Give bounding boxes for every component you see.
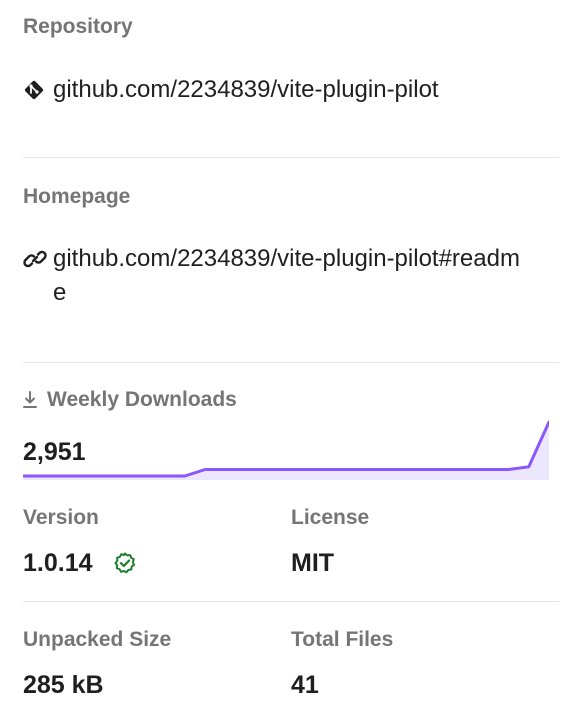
version-value-row: 1.0.14 xyxy=(23,548,283,578)
download-icon xyxy=(23,391,47,409)
divider xyxy=(23,362,559,363)
total-files-stat: Total Files 41 xyxy=(291,628,551,700)
sparkline-line xyxy=(23,420,549,478)
unpacked-size-label: Unpacked Size xyxy=(23,628,172,651)
unpacked-size-stat: Unpacked Size 285 kB xyxy=(23,628,283,700)
divider xyxy=(23,601,559,602)
repository-url[interactable]: github.com/2234839/vite-plugin-pilot xyxy=(53,73,523,107)
unpacked-size-value: 285 kB xyxy=(23,671,104,699)
weekly-downloads-sparkline[interactable] xyxy=(23,418,549,480)
link-icon xyxy=(23,242,53,276)
license-label: License xyxy=(291,506,370,529)
version-value: 1.0.14 xyxy=(23,549,93,577)
total-files-value: 41 xyxy=(291,671,319,699)
license-stat: License MIT xyxy=(291,506,551,578)
sparkline-area xyxy=(23,422,549,480)
license-value: MIT xyxy=(291,549,335,577)
version-stat: Version 1.0.14 xyxy=(23,506,283,578)
homepage-link[interactable]: github.com/2234839/vite-plugin-pilot#rea… xyxy=(23,242,523,310)
weekly-downloads-label: Weekly Downloads xyxy=(23,388,237,412)
homepage-url[interactable]: github.com/2234839/vite-plugin-pilot#rea… xyxy=(53,242,523,310)
weekly-downloads-label-text: Weekly Downloads xyxy=(47,388,237,411)
total-files-label: Total Files xyxy=(291,628,394,651)
verified-check-icon xyxy=(113,551,137,575)
divider xyxy=(23,157,559,158)
homepage-label: Homepage xyxy=(23,185,131,208)
version-label: Version xyxy=(23,506,99,529)
git-icon xyxy=(23,73,53,107)
repository-link[interactable]: github.com/2234839/vite-plugin-pilot xyxy=(23,73,523,107)
repository-label: Repository xyxy=(23,15,133,38)
